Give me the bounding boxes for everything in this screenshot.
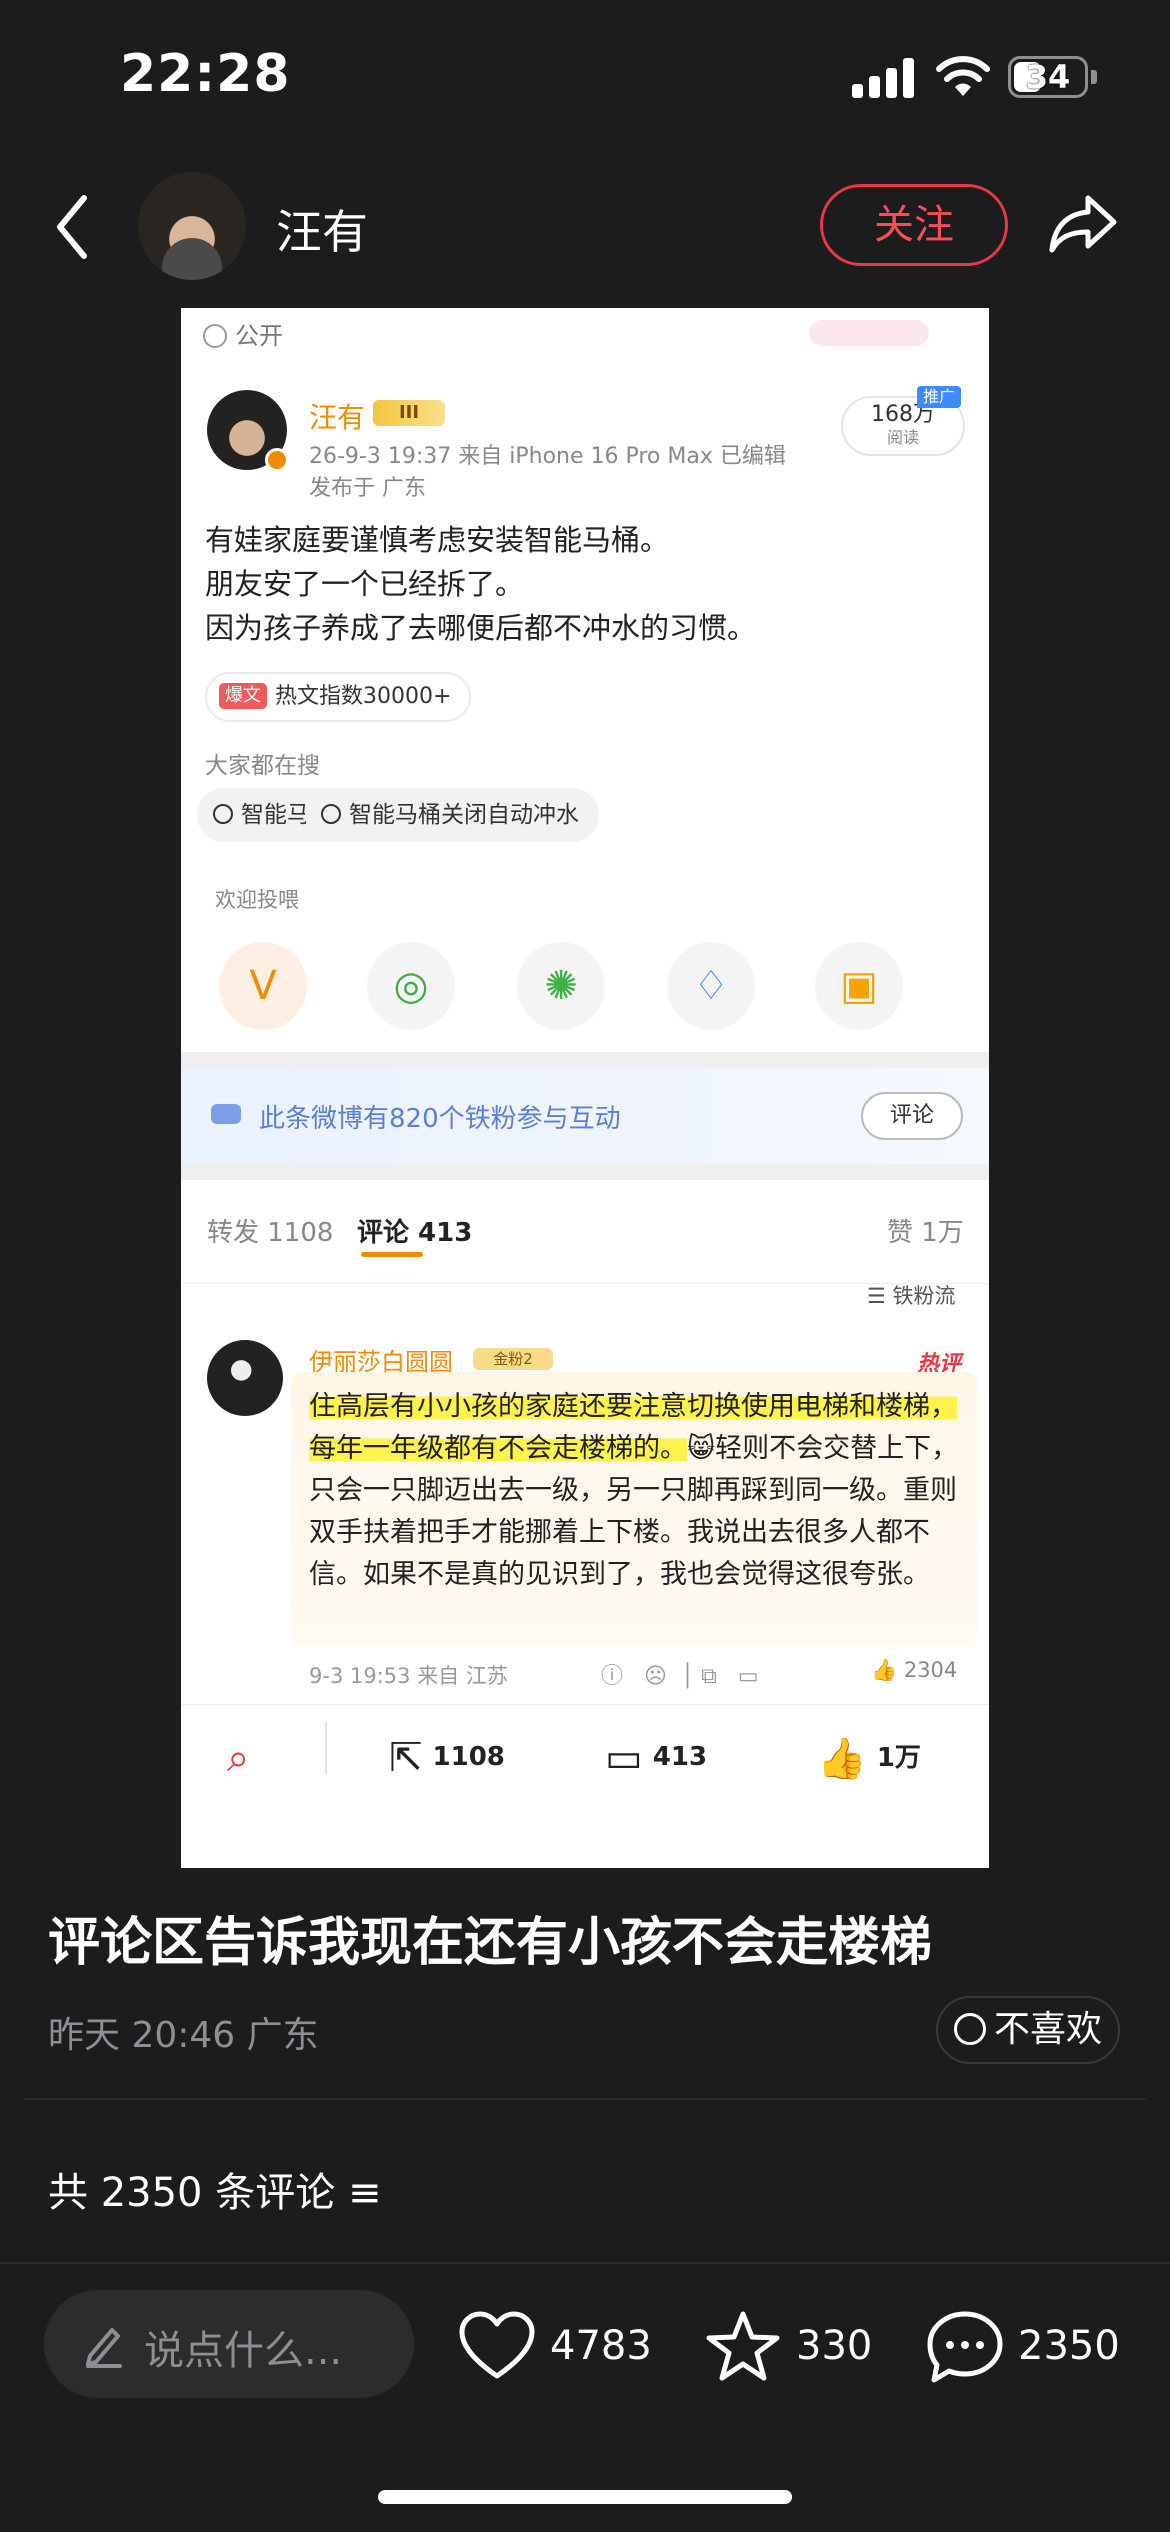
fan-badge: 金粉2 [473, 1348, 553, 1370]
fans-icon [211, 1104, 241, 1124]
visibility-label: 公开 [203, 316, 283, 351]
weibo-location: 发布于 广东 [309, 476, 426, 501]
comment-total: 2350 [1018, 2323, 1120, 2369]
qq-icon: ♢ [667, 942, 755, 1030]
comment-count: ▭ 413 [605, 1735, 708, 1781]
repost-icon: ⇱ [389, 1735, 423, 1781]
save-image-icon: ▣ [815, 942, 903, 1030]
crown-badge: III [373, 400, 445, 426]
post-meta: 昨天 20:46 广东 [48, 2015, 319, 2056]
moments-icon: ✺ [517, 942, 605, 1030]
weibo-author-name: 汪有 [309, 401, 366, 434]
author-name[interactable]: 汪有 [276, 196, 368, 262]
decoration-sticker [809, 320, 929, 346]
comment-meta: 9-3 19:53 来自 江苏 [309, 1664, 508, 1688]
comment-count-header[interactable]: 共 2350 条评论 ≡ [48, 2160, 381, 2218]
battery-level: 34 [1025, 58, 1071, 96]
weibo-meta: 26-9-3 19:37 来自 iPhone 16 Pro Max 已编辑 [309, 444, 786, 469]
globe-icon [203, 324, 227, 348]
like-count: 👍 1万 [817, 1736, 921, 1782]
status-time: 22:28 [120, 44, 291, 104]
tab-indicator [361, 1252, 423, 1257]
dislike-face-icon [953, 2013, 986, 2045]
signal-icon [852, 58, 916, 98]
verified-icon [265, 448, 289, 472]
tab-like: 赞 1万 [887, 1218, 964, 1248]
section-divider [181, 1164, 989, 1180]
fans-banner: 此条微博有820个铁粉参与互动 评论 [181, 1068, 989, 1164]
favorite-count: 330 [796, 2323, 873, 2369]
fans-comment-button: 评论 [861, 1092, 963, 1140]
pen-icon [86, 2328, 122, 2368]
star-icon [706, 2311, 780, 2381]
hot-index-chip: 爆文 热文指数30000+ [205, 672, 472, 722]
post-image[interactable]: 公开 汪有 III 26-9-3 19:37 来自 iPhone 16 Pro … [181, 308, 989, 1868]
status-bar: 22:28 34 [0, 0, 1170, 150]
commenter-avatar [207, 1340, 283, 1416]
divider [325, 1722, 327, 1774]
sort-icon: ≡ [347, 2170, 382, 2216]
weibo-post-text: 有娃家庭要谨慎考虑安装智能马桶。 朋友安了一个已经拆了。 因为孩子养成了去哪便后… [205, 523, 757, 645]
trending-search-label: 大家都在搜 [205, 753, 320, 779]
like-count: 4783 [550, 2323, 652, 2369]
home-indicator[interactable] [378, 2490, 792, 2504]
comment-text: 住高层有小小孩的家庭还要注意切换使用电梯和楼梯，每年一年级都有不会走楼梯的。😸轻… [309, 1391, 959, 1590]
weibo-author-avatar [207, 390, 289, 472]
section-divider [181, 1052, 989, 1068]
search-icon [321, 804, 341, 824]
comment-action-icons: ⓘ ☹ │ ⧉ ▭ [601, 1664, 759, 1689]
search-icon: ⌕ [227, 1735, 250, 1781]
tab-repost: 转发 1108 [207, 1218, 334, 1248]
wifi-icon [936, 56, 990, 96]
follow-button[interactable]: 关注 [820, 184, 1008, 266]
post-title: 评论区告诉我现在还有小孩不会走楼梯 [48, 1913, 933, 1973]
sort-label: ☰ 铁粉流 [867, 1284, 956, 1308]
like-button[interactable]: 4783 [458, 2306, 658, 2386]
tab-comment: 评论 413 [357, 1218, 473, 1248]
search-icon [213, 804, 233, 824]
divider [24, 2098, 1146, 2100]
vplus-icon: V [219, 942, 307, 1030]
author-avatar[interactable] [138, 172, 246, 280]
comment-icon: ▭ [605, 1735, 643, 1781]
comment-input-placeholder: 说点什么... [144, 2328, 343, 2374]
comment-input[interactable]: 说点什么... [44, 2290, 414, 2398]
heart-icon [459, 2311, 535, 2379]
wechat-icon: ◎ [367, 942, 455, 1030]
search-pill: 智能马桶关闭自动冲水 [305, 788, 599, 842]
weibo-action-bar: ⌕ ⇱ 1108 ▭ 413 👍 1万 [181, 1704, 989, 1808]
repost-count: ⇱ 1108 [389, 1735, 505, 1781]
comment-button[interactable]: 2350 [926, 2306, 1126, 2386]
battery-nub [1091, 70, 1097, 84]
feed-label: 欢迎投喂 [215, 888, 299, 912]
promo-tag: 推广 [917, 386, 961, 408]
comment-likes: 👍 2304 [871, 1658, 958, 1682]
back-icon[interactable] [52, 192, 92, 262]
battery-icon: 34 [1008, 56, 1088, 98]
weibo-tabs: 转发 1108 评论 413 赞 1万 [181, 1180, 989, 1284]
share-icon[interactable] [1048, 192, 1118, 256]
divider [0, 2262, 1170, 2264]
dislike-button[interactable]: 不喜欢 [936, 1996, 1120, 2064]
favorite-button[interactable]: 330 [704, 2306, 884, 2386]
thumb-icon: 👍 [817, 1736, 867, 1782]
chat-bubble-icon [927, 2311, 1003, 2383]
